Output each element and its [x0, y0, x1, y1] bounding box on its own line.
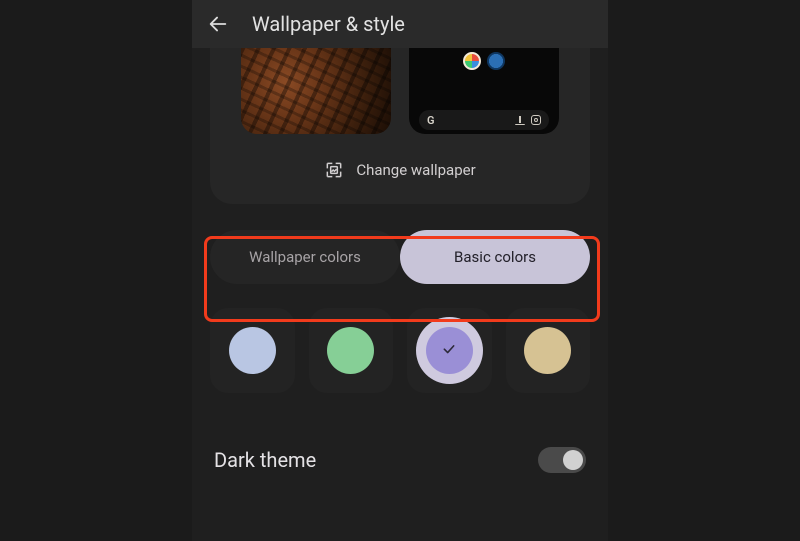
change-wallpaper-button[interactable]: Change wallpaper — [228, 160, 572, 180]
swatch-circle — [524, 327, 571, 374]
check-icon — [441, 341, 457, 357]
dark-theme-row: Dark theme — [214, 447, 586, 473]
tab-wallpaper-colors[interactable]: Wallpaper colors — [210, 230, 400, 284]
app-icon — [463, 52, 481, 70]
homescreen-app-icons — [409, 52, 559, 70]
homescreen-search-widget: G — [419, 110, 549, 130]
wallpaper-icon — [324, 160, 344, 180]
arrow-left-icon — [207, 13, 229, 35]
google-g-icon: G — [427, 114, 435, 127]
color-swatch-4[interactable] — [506, 308, 591, 393]
mic-icon — [515, 115, 525, 125]
swatch-circle — [327, 327, 374, 374]
homescreen-preview[interactable]: G — [409, 48, 559, 134]
back-button[interactable] — [204, 10, 232, 38]
basic-color-swatches — [210, 308, 590, 393]
tab-label: Basic colors — [454, 248, 536, 266]
dark-theme-label: Dark theme — [214, 448, 316, 472]
wallpaper-previews: G — [228, 48, 572, 134]
app-bar: Wallpaper & style — [192, 0, 608, 48]
color-swatch-1[interactable] — [210, 308, 295, 393]
change-wallpaper-label: Change wallpaper — [356, 161, 475, 179]
swatch-circle-selected — [426, 327, 473, 374]
lens-icon — [531, 115, 541, 125]
page-title: Wallpaper & style — [252, 12, 405, 36]
color-swatch-3[interactable] — [407, 308, 492, 393]
color-source-tabs: Wallpaper colors Basic colors — [210, 230, 590, 284]
color-swatch-2[interactable] — [309, 308, 394, 393]
lockscreen-preview[interactable] — [241, 48, 391, 134]
tab-label: Wallpaper colors — [249, 248, 361, 266]
dark-theme-switch[interactable] — [538, 447, 586, 473]
wallpaper-style-screen: Wallpaper & style G — [192, 0, 608, 541]
tab-basic-colors[interactable]: Basic colors — [400, 230, 590, 284]
switch-knob — [563, 450, 583, 470]
app-icon — [487, 52, 505, 70]
swatch-circle — [229, 327, 276, 374]
wallpaper-preview-card: G Change wallpaper — [210, 48, 590, 204]
